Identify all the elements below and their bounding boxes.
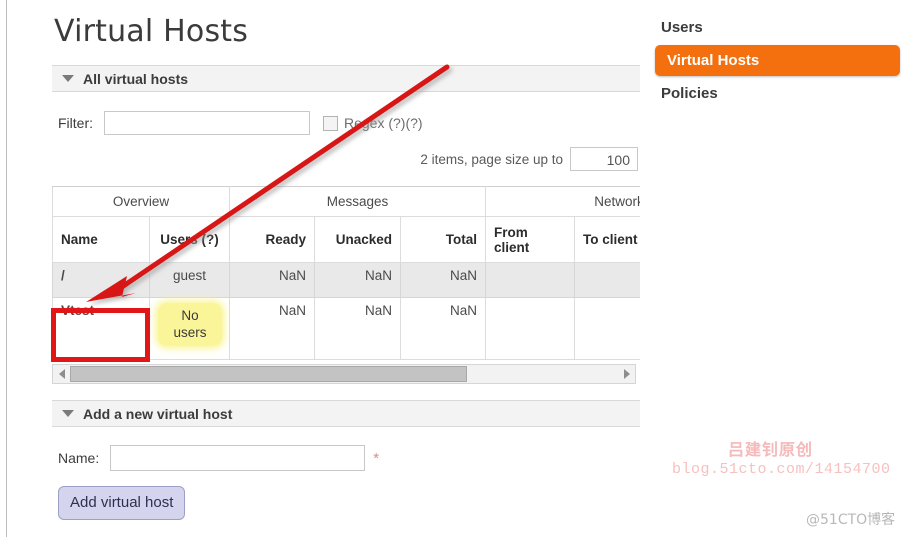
section-title-add-virtual-host: Add a new virtual host bbox=[83, 405, 233, 422]
cell-name[interactable]: / bbox=[52, 262, 150, 298]
cell-total: NaN bbox=[400, 297, 487, 360]
table-horizontal-scrollbar[interactable] bbox=[52, 364, 636, 384]
scrollbar-thumb[interactable] bbox=[70, 366, 467, 382]
watermark-blog-url: blog.51cto.com/14154700 bbox=[672, 461, 891, 478]
caret-down-icon[interactable] bbox=[62, 410, 74, 417]
main-content: Virtual Hosts All virtual hosts Filter: … bbox=[52, 0, 640, 537]
regex-checkbox[interactable] bbox=[323, 115, 338, 131]
item-count-text: 2 items, page size up to bbox=[420, 151, 563, 167]
table-row[interactable]: / guest NaN NaN NaN bbox=[52, 262, 640, 298]
add-virtual-host-form: Name: * Add virtual host bbox=[52, 445, 640, 520]
cell-to-client bbox=[574, 262, 640, 298]
regex-label[interactable]: Regex (?)(?) bbox=[344, 115, 423, 131]
name-field-row: Name: * bbox=[58, 445, 640, 471]
table-group-header-row: Overview Messages Network bbox=[52, 186, 640, 217]
red-highlight-box-vtest bbox=[51, 308, 150, 362]
filter-label: Filter: bbox=[58, 115, 93, 131]
filter-row: Filter: Regex (?)(?) bbox=[52, 111, 640, 135]
page-size-row: 2 items, page size up to 100 bbox=[52, 147, 640, 171]
new-vhost-name-input[interactable] bbox=[110, 445, 366, 471]
required-marker: * bbox=[373, 449, 380, 467]
cell-to-client bbox=[574, 297, 640, 360]
right-navigation: Users Virtual Hosts Policies bbox=[655, 14, 900, 111]
arrow-right-icon[interactable] bbox=[618, 365, 635, 383]
page-left-border bbox=[6, 0, 7, 537]
cell-total: NaN bbox=[400, 262, 487, 298]
column-header-ready[interactable]: Ready bbox=[229, 216, 316, 263]
column-header-total[interactable]: Total bbox=[400, 216, 487, 263]
nav-item-virtual-hosts[interactable]: Virtual Hosts bbox=[655, 45, 900, 76]
section-title-all-virtual-hosts: All virtual hosts bbox=[83, 70, 189, 87]
column-header-from-client[interactable]: From client bbox=[485, 216, 576, 263]
caret-down-icon[interactable] bbox=[62, 75, 74, 82]
add-virtual-host-button[interactable]: Add virtual host bbox=[58, 486, 186, 520]
cell-from-client bbox=[485, 262, 576, 298]
no-users-badge: No users bbox=[158, 303, 222, 346]
cell-from-client bbox=[485, 297, 576, 360]
arrow-left-icon[interactable] bbox=[53, 365, 70, 383]
cell-ready: NaN bbox=[229, 297, 316, 360]
cell-users: No users bbox=[148, 297, 231, 360]
watermark-author: 吕建钊原创 bbox=[728, 440, 814, 459]
group-header-messages: Messages bbox=[229, 186, 487, 217]
column-header-to-client[interactable]: To client bbox=[574, 216, 640, 263]
column-header-unacked[interactable]: Unacked bbox=[314, 216, 402, 263]
filter-input[interactable] bbox=[104, 111, 310, 135]
name-label: Name: bbox=[58, 450, 100, 466]
section-header-add-virtual-host[interactable]: Add a new virtual host bbox=[52, 400, 640, 427]
page-title: Virtual Hosts bbox=[54, 14, 249, 49]
page-size-input[interactable]: 100 bbox=[570, 147, 638, 171]
column-header-name[interactable]: Name bbox=[52, 216, 150, 263]
nav-item-policies[interactable]: Policies bbox=[655, 80, 900, 107]
cell-unacked: NaN bbox=[314, 262, 402, 298]
cell-unacked: NaN bbox=[314, 297, 402, 360]
cell-users: guest bbox=[148, 262, 231, 298]
group-header-overview: Overview bbox=[52, 186, 231, 217]
table-column-header-row: Name Users (?) Ready Unacked Total From … bbox=[52, 216, 640, 263]
cell-ready: NaN bbox=[229, 262, 316, 298]
group-header-network: Network bbox=[485, 186, 640, 217]
scrollbar-track[interactable] bbox=[70, 365, 618, 383]
column-header-users[interactable]: Users (?) bbox=[148, 216, 231, 263]
nav-item-users[interactable]: Users bbox=[655, 14, 900, 41]
section-header-all-virtual-hosts[interactable]: All virtual hosts bbox=[52, 65, 640, 92]
watermark-corner: @51CTO博客 bbox=[806, 512, 896, 528]
